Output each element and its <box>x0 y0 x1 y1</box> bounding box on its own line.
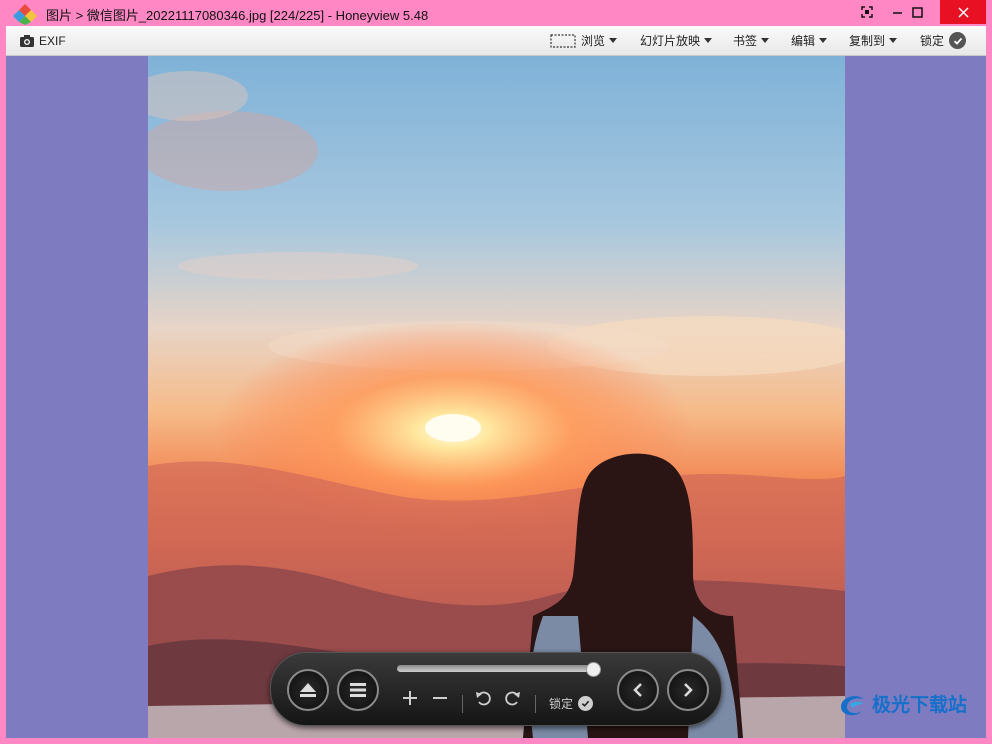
minus-icon <box>433 697 447 699</box>
browse-icon <box>550 33 576 48</box>
watermark-swirl-icon <box>841 695 864 715</box>
rotate-right-button[interactable] <box>505 689 521 712</box>
slideshow-menu[interactable]: 幻灯片放映 <box>640 26 713 55</box>
browse-menu[interactable]: 浏览 <box>550 26 618 55</box>
bookmark-menu[interactable]: 书签 <box>733 26 770 55</box>
rotate-right-icon <box>505 691 520 706</box>
exif-button[interactable]: EXIF <box>20 26 66 55</box>
slideshow-label: 幻灯片放映 <box>640 34 701 48</box>
chevron-down-icon <box>609 38 618 43</box>
maximize-icon <box>911 6 923 18</box>
minimize-icon <box>892 11 902 14</box>
honeyview-logo-icon <box>13 4 37 25</box>
bookmark-label: 书签 <box>733 34 758 48</box>
window-title: 图片 > 微信图片_20221117080346.jpg [224/225] -… <box>46 8 429 23</box>
copy-to-label: 复制到 <box>849 34 886 48</box>
eject-button[interactable] <box>287 669 329 711</box>
osd-divider <box>462 695 463 713</box>
sunset-scene-image <box>148 71 845 738</box>
eject-icon <box>300 683 316 697</box>
chevron-down-icon <box>819 38 828 43</box>
menu-button[interactable] <box>337 669 379 711</box>
check-icon <box>949 32 967 49</box>
chevron-right-icon <box>684 683 693 697</box>
osd-divider <box>535 695 536 713</box>
next-button[interactable] <box>667 669 709 711</box>
plus-icon <box>403 691 417 705</box>
close-button[interactable] <box>940 0 986 24</box>
copy-to-menu[interactable]: 复制到 <box>849 26 898 55</box>
image-viewer[interactable]: 锁定 <box>6 56 986 738</box>
zoom-in-button[interactable] <box>402 689 418 712</box>
camera-icon <box>20 34 34 47</box>
chevron-down-icon <box>889 38 898 43</box>
lock-toggle[interactable]: 锁定 <box>920 26 967 55</box>
lock-label: 锁定 <box>920 34 945 48</box>
close-icon <box>957 6 969 18</box>
watermark-logo: 极光下载站 <box>838 690 967 717</box>
seek-slider[interactable] <box>397 662 601 677</box>
previous-button[interactable] <box>617 669 659 711</box>
menu-icon <box>350 683 366 697</box>
osd-lock-label: 锁定 <box>549 697 574 711</box>
seek-knob[interactable] <box>586 662 601 677</box>
edit-menu[interactable]: 编辑 <box>791 26 828 55</box>
browse-label: 浏览 <box>581 34 606 48</box>
title-bar[interactable]: 图片 > 微信图片_20221117080346.jpg [224/225] -… <box>0 0 992 25</box>
chevron-left-icon <box>633 683 642 697</box>
osd-control-bar: 锁定 <box>270 652 722 726</box>
toolbar: EXIF 浏览 幻灯片放映 书签 编辑 复制到 锁定 <box>6 26 986 56</box>
check-icon <box>578 696 594 711</box>
rotate-left-icon <box>476 691 491 706</box>
chevron-down-icon <box>761 38 770 43</box>
fullscreen-button[interactable] <box>852 0 882 24</box>
exif-label: EXIF <box>39 33 66 48</box>
zoom-out-button[interactable] <box>432 689 448 712</box>
maximize-button[interactable] <box>902 0 932 24</box>
osd-lock-toggle[interactable]: 锁定 <box>549 695 594 712</box>
edit-label: 编辑 <box>791 34 816 48</box>
chevron-down-icon <box>704 38 713 43</box>
rotate-left-button[interactable] <box>475 689 491 712</box>
fullscreen-icon <box>861 6 873 18</box>
watermark-text: 极光下载站 <box>872 695 968 716</box>
sunset-photo <box>148 56 845 738</box>
